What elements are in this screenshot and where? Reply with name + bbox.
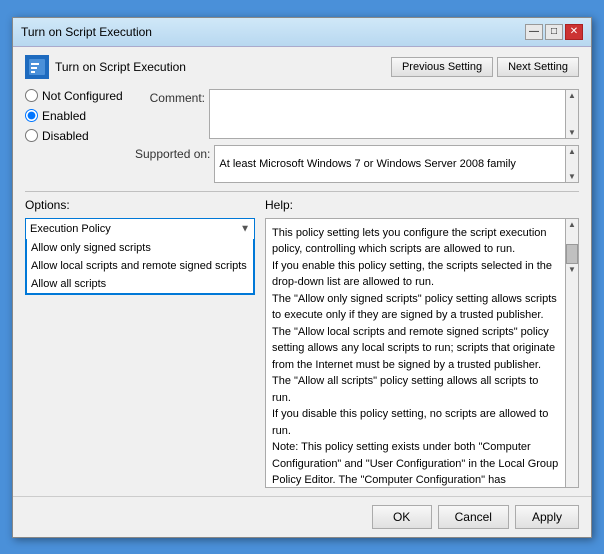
dialog-title: Turn on Script Execution <box>55 60 186 74</box>
dropdown-label: Execution Policy <box>30 223 111 235</box>
help-para-6: If you disable this policy setting, no s… <box>272 406 559 439</box>
help-scroll-down-arrow[interactable]: ▼ <box>567 264 577 275</box>
scroll-up-arrow[interactable]: ▲ <box>567 90 577 101</box>
help-scrollbar-thumb[interactable] <box>566 244 578 264</box>
dropdown-arrow-icon: ▼ <box>240 223 250 234</box>
header-left: Turn on Script Execution <box>25 55 186 79</box>
policy-icon <box>25 55 49 79</box>
dialog-content: Turn on Script Execution Previous Settin… <box>13 47 591 496</box>
comment-row: Comment: ▲ ▼ <box>135 89 579 139</box>
previous-setting-button[interactable]: Previous Setting <box>391 57 493 77</box>
enabled-option[interactable]: Enabled <box>25 109 125 123</box>
disabled-radio[interactable] <box>25 129 38 142</box>
help-para-4: The "Allow local scripts and remote sign… <box>272 324 559 374</box>
comment-scrollbar: ▲ ▼ <box>565 89 579 139</box>
dropdown-item-2[interactable]: Allow local scripts and remote signed sc… <box>27 257 253 275</box>
header-row: Turn on Script Execution Previous Settin… <box>25 55 579 79</box>
disabled-option[interactable]: Disabled <box>25 129 125 143</box>
help-text-content: This policy setting lets you configure t… <box>265 218 565 488</box>
disabled-label: Disabled <box>42 129 89 143</box>
options-label: Options: <box>25 198 255 212</box>
not-configured-radio[interactable] <box>25 89 38 102</box>
help-para-7: Note: This policy setting exists under b… <box>272 439 559 488</box>
form-section: Not Configured Enabled Disabled Comment: <box>25 89 579 183</box>
enabled-radio[interactable] <box>25 109 38 122</box>
help-scrollbar: ▲ ▼ <box>565 218 579 488</box>
supported-scrollbar: ▲ ▼ <box>565 145 579 183</box>
title-bar: Turn on Script Execution — □ ✕ <box>13 18 591 47</box>
supported-scroll-down[interactable]: ▼ <box>567 171 577 182</box>
cancel-button[interactable]: Cancel <box>438 505 509 529</box>
not-configured-option[interactable]: Not Configured <box>25 89 125 103</box>
policy-svg-icon <box>27 57 47 77</box>
right-section: Comment: ▲ ▼ Supported on: At least Micr… <box>135 89 579 183</box>
close-button[interactable]: ✕ <box>565 24 583 40</box>
help-scroll-up-arrow[interactable]: ▲ <box>567 219 577 230</box>
scroll-down-arrow[interactable]: ▼ <box>567 127 577 138</box>
help-para-3: The "Allow only signed scripts" policy s… <box>272 291 559 324</box>
options-column: Options: Execution Policy ▼ Allow only s… <box>25 198 255 488</box>
dropdown-item-3[interactable]: Allow all scripts <box>27 275 253 293</box>
help-para-2: If you enable this policy setting, the s… <box>272 258 559 291</box>
window-title: Turn on Script Execution <box>21 25 152 39</box>
supported-label: Supported on: <box>135 145 210 161</box>
supported-row: Supported on: At least Microsoft Windows… <box>135 145 579 183</box>
maximize-button[interactable]: □ <box>545 24 563 40</box>
radio-group: Not Configured Enabled Disabled <box>25 89 125 183</box>
dialog-footer: OK Cancel Apply <box>13 496 591 537</box>
execution-policy-dropdown[interactable]: Execution Policy ▼ Allow only signed scr… <box>25 218 255 295</box>
main-window: Turn on Script Execution — □ ✕ Turn on S… <box>12 17 592 538</box>
options-help-row: Options: Execution Policy ▼ Allow only s… <box>25 198 579 488</box>
dropdown-list: Allow only signed scripts Allow local sc… <box>26 239 254 294</box>
apply-button[interactable]: Apply <box>515 505 579 529</box>
divider <box>25 191 579 192</box>
comment-label: Comment: <box>135 89 205 105</box>
next-setting-button[interactable]: Next Setting <box>497 57 579 77</box>
help-column: Help: This policy setting lets you confi… <box>265 198 579 488</box>
help-para-5: The "Allow all scripts" policy setting a… <box>272 373 559 406</box>
title-controls: — □ ✕ <box>525 24 583 40</box>
comment-textarea[interactable] <box>209 89 565 139</box>
help-label: Help: <box>265 198 579 212</box>
supported-container: At least Microsoft Windows 7 or Windows … <box>214 145 579 183</box>
not-configured-label: Not Configured <box>42 89 123 103</box>
supported-scroll-up[interactable]: ▲ <box>567 146 577 157</box>
nav-buttons: Previous Setting Next Setting <box>391 57 579 77</box>
enabled-label: Enabled <box>42 109 86 123</box>
help-para-1: This policy setting lets you configure t… <box>272 225 559 258</box>
dropdown-selected-value[interactable]: Execution Policy ▼ <box>26 219 254 239</box>
ok-button[interactable]: OK <box>372 505 432 529</box>
comment-input-container: ▲ ▼ <box>209 89 579 139</box>
supported-value: At least Microsoft Windows 7 or Windows … <box>214 145 565 183</box>
dropdown-item-1[interactable]: Allow only signed scripts <box>27 239 253 257</box>
help-scroll-container: This policy setting lets you configure t… <box>265 218 579 488</box>
minimize-button[interactable]: — <box>525 24 543 40</box>
